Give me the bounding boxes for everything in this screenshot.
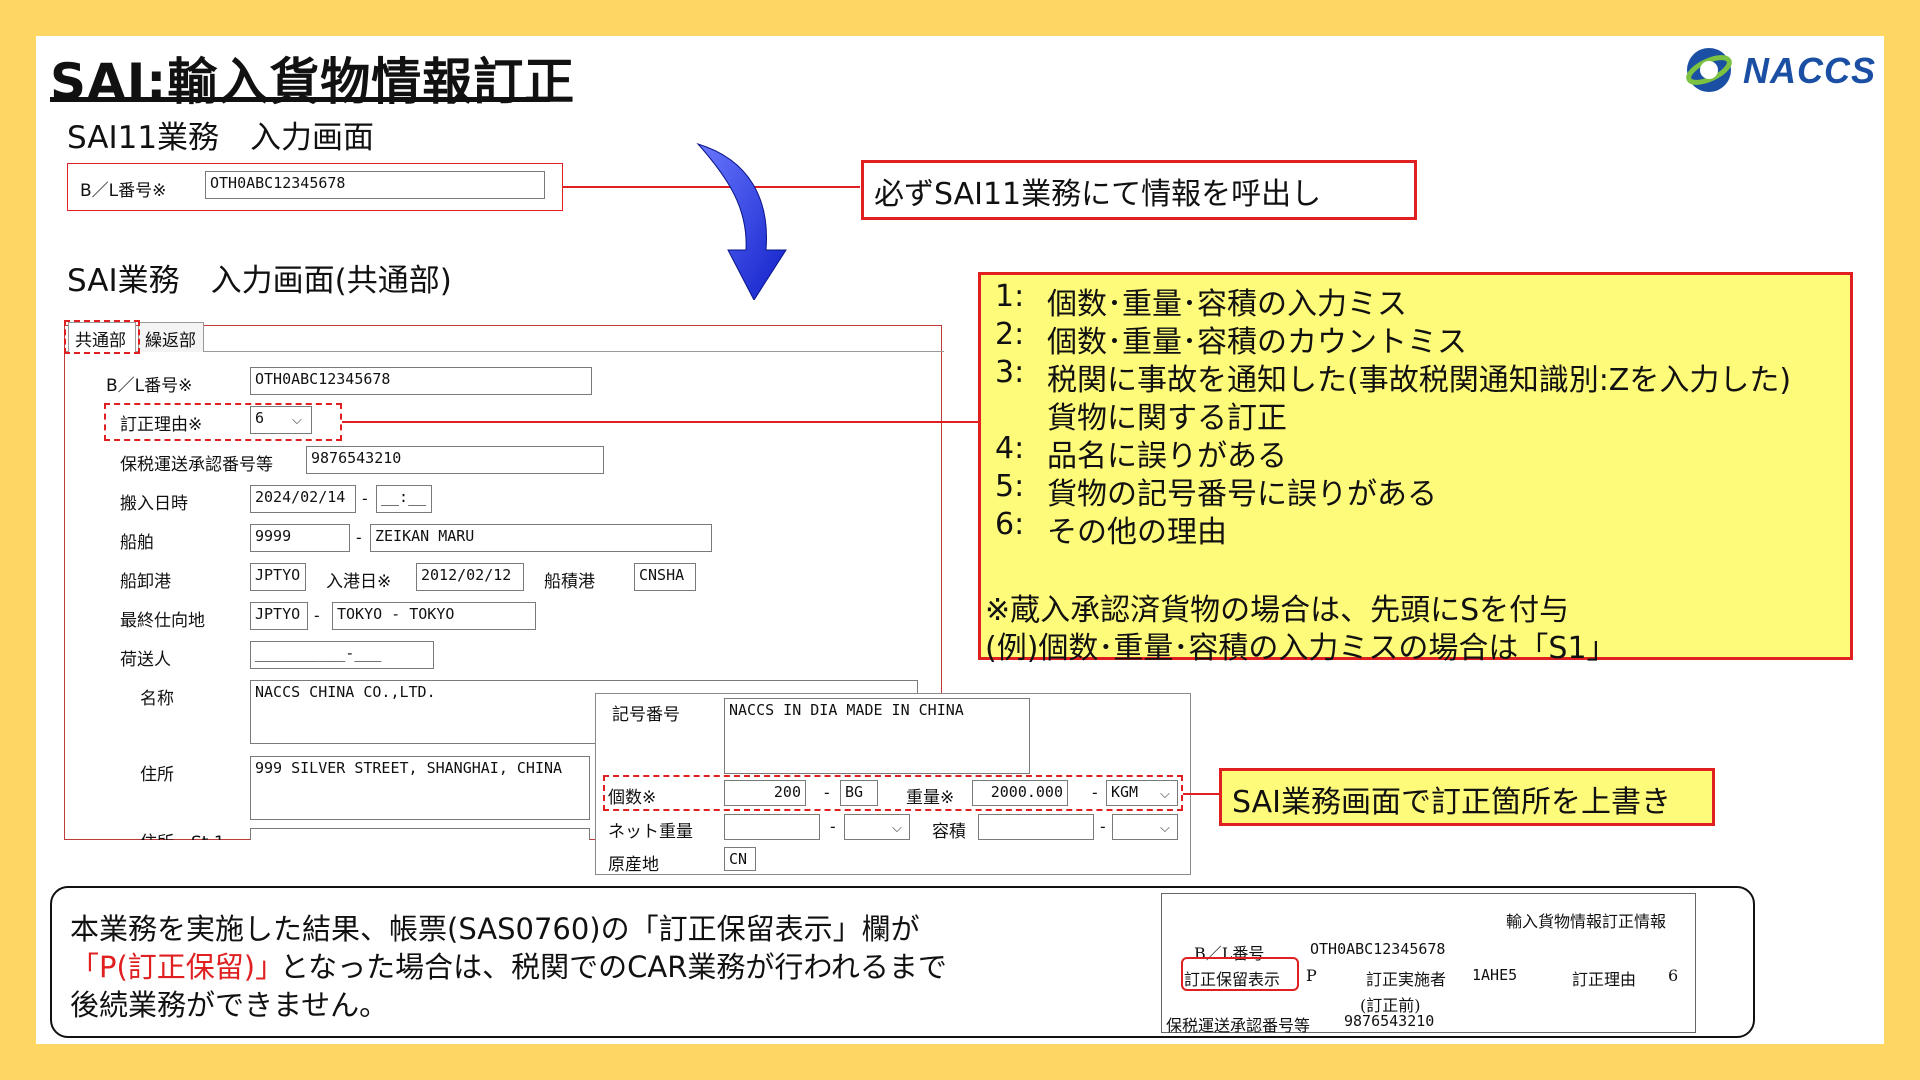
reason-num: 6: [995,507,1025,542]
quantity-connector [1183,793,1219,795]
dest-code-input[interactable]: JPTYO [250,602,308,630]
addr2-row-clip: 住所 St 1 [64,826,594,840]
dest-label: 最終仕向地 [120,611,205,631]
separator: - [354,528,364,547]
reason-select[interactable]: 6 [250,406,312,434]
entry-input[interactable]: 2012/02/12 [416,563,524,591]
entry-label: 入港日※ [326,572,392,592]
ledger-bonded-value: 9876543210 [1344,1012,1435,1030]
reason-num: 5: [995,469,1025,504]
shipper-label: 荷送人 [120,650,171,670]
sai11-input-panel: B／L番号※ OTH0ABC12345678 [67,163,563,211]
reasons-example: (例)個数･重量･容積の入力ミスの場合は「S1」 [985,631,1617,666]
chevron-down-icon: ⌵ [892,821,902,836]
marks-label: 記号番号 [612,705,680,725]
ship-code-input[interactable]: 9999 [250,524,350,552]
net-weight-input[interactable] [724,814,820,840]
addr-label: 住所 [140,765,174,785]
marks-input[interactable]: NACCS IN DIA MADE IN CHINA [724,698,1030,774]
title-underline [50,97,550,102]
origin-input[interactable]: CN [724,847,756,871]
ship-label: 船舶 [120,533,154,553]
ledger-reason-label: 訂正理由 [1572,970,1637,989]
sai-heading: SAI業務 入力画面(共通部) [67,263,452,299]
loading-input[interactable]: CNSHA [634,563,696,591]
separator: - [828,817,838,836]
note-line-2-highlight: 「P(訂正保留)」 [70,950,285,984]
reason-num: 4: [995,431,1025,466]
quantity-highlight [603,775,1183,811]
bl-label: B／L番号※ [106,376,193,396]
ship-name-input[interactable]: ZEIKAN MARU [370,524,712,552]
bonded-label: 保税運送承認番号等 [120,455,273,475]
naccs-logo: NACCS [1683,44,1877,96]
bonded-input[interactable]: 9876543210 [306,446,604,474]
bl-input[interactable]: OTH0ABC12345678 [250,367,592,395]
addr-input[interactable]: 999 SILVER STREET, SHANGHAI, CHINA [250,756,590,820]
separator: - [1098,817,1108,836]
sai11-heading: SAI11業務 入力画面 [67,120,375,156]
origin-label: 原産地 [608,855,659,875]
chevron-down-icon: ⌵ [292,413,302,428]
tab-repeat[interactable]: 繰返部 [138,322,204,352]
reason-num: 1: [995,279,1025,314]
volume-label: 容積 [932,822,966,842]
note-line-2: となった場合は、税関でのCAR業務が行われるまで [280,950,947,984]
addr2-label: 住所 St 1 [140,828,225,840]
shipper-input[interactable]: __________-___ [250,641,434,669]
volume-input[interactable] [978,814,1094,840]
carry-date-input[interactable]: 2024/02/14 [250,485,356,513]
sai11-bl-input[interactable]: OTH0ABC12345678 [205,171,545,199]
note-line-1: 本業務を実施した結果、帳票(SAS0760)の「訂正保留表示」欄が [70,912,920,946]
ledger-actor-label: 訂正実施者 [1366,970,1447,989]
port-input[interactable]: JPTYO [250,563,306,591]
sai11-bl-label: B／L番号※ [80,181,167,201]
reason-label: 訂正理由※ [120,415,203,435]
down-arrow-icon [696,142,787,300]
reason-connector [342,421,978,423]
ledger-actor-value: 1AHE5 [1472,966,1518,984]
ledger-reason-value: 6 [1668,966,1679,985]
note-line-3: 後続業務ができません。 [70,988,389,1022]
reason-text: その他の理由 [1047,515,1227,550]
reason-num: 3: [995,355,1025,390]
loading-label: 船積港 [544,572,595,592]
chevron-down-icon: ⌵ [1160,821,1170,836]
carry-time-input[interactable]: __:__ [376,485,432,513]
logo-text: NACCS [1743,50,1877,91]
page-title: SAI:輸入貨物情報訂正 [50,53,576,111]
callout-call-sai11: 必ずSAI11業務にて情報を呼出し [861,160,1417,220]
port-label: 船卸港 [120,572,171,592]
tab-bar: 共通部 繰返部 [64,322,944,352]
net-weight-label: ネット重量 [608,822,693,842]
carry-label: 搬入日時 [120,494,188,514]
separator: - [360,489,370,508]
tab-highlight [64,320,140,354]
dest-name-input[interactable]: TOKYO - TOKYO [332,602,536,630]
ledger-hold-value: P [1306,966,1317,985]
ledger-bl-value: OTH0ABC12345678 [1310,940,1446,958]
addr2-input[interactable] [250,828,590,840]
reason-num: 2: [995,317,1025,352]
callout-overwrite: SAI業務画面で訂正箇所を上書き [1219,768,1715,826]
hold-highlight [1181,957,1299,991]
reasons-panel: 1: 個数･重量･容積の入力ミス 2: 個数･重量･容積のカウントミス 3: 税… [978,272,1853,666]
ledger-title: 輸入貨物情報訂正情報 [1506,912,1667,931]
naccs-globe-icon [1686,48,1732,92]
separator: - [312,606,322,625]
name-label: 名称 [140,689,174,709]
ledger-bonded-label: 保税運送承認番号等 [1166,1016,1311,1035]
